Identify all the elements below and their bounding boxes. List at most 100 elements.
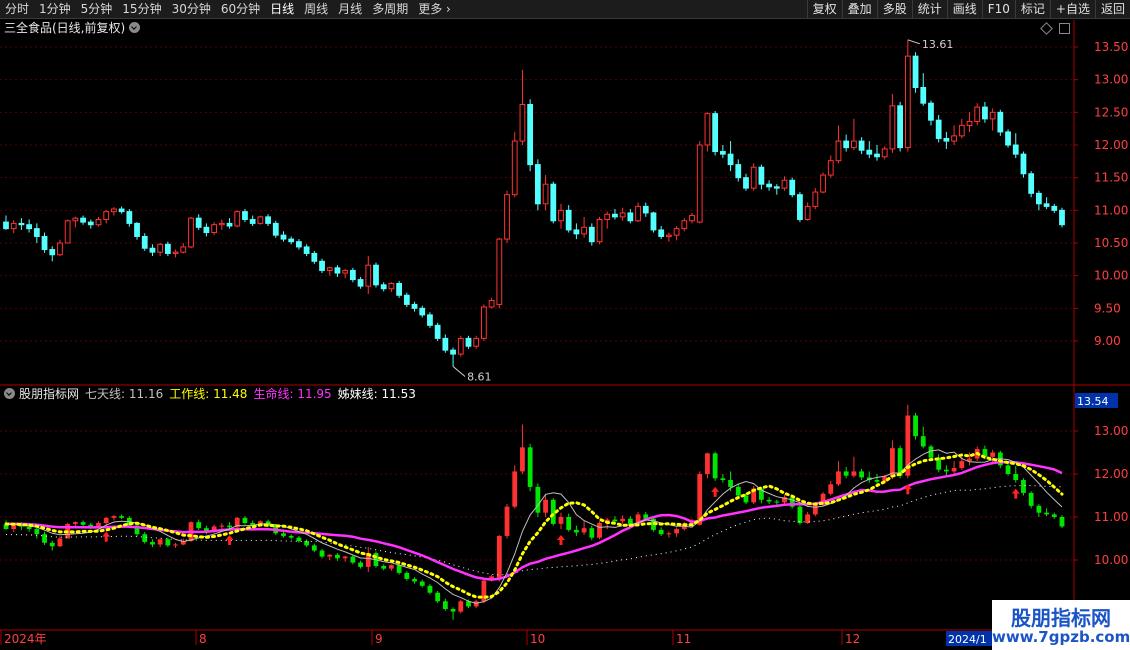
candle-body xyxy=(280,234,287,240)
candle-body xyxy=(858,140,865,151)
chart-canvas[interactable]: 13.50 13.00 12.50 12.00 11.50 11.00 10.50 10.00… xyxy=(0,0,1130,650)
candle-body xyxy=(319,260,325,271)
buy-arrow-icon xyxy=(711,486,720,497)
candle-body xyxy=(41,235,48,251)
candle-body xyxy=(465,337,472,347)
candle-body xyxy=(604,213,611,220)
ind-candle-body xyxy=(828,484,834,494)
ind-axis-label: 13.00 xyxy=(1094,424,1128,438)
ind-axis-label: 11.00 xyxy=(1094,510,1128,524)
life-line xyxy=(5,460,1063,581)
candle-body xyxy=(481,306,487,339)
candle-body xyxy=(704,113,711,146)
time-axis-label: 12 xyxy=(845,632,860,646)
window-toggle-icon[interactable] xyxy=(1059,23,1070,34)
candle-body xyxy=(773,186,780,189)
ind-candle-body xyxy=(165,539,171,546)
candle-body xyxy=(681,220,688,230)
ind-candle-body xyxy=(396,565,402,573)
candle-body xyxy=(650,212,657,231)
buy-arrow-icon xyxy=(225,535,234,546)
candle-body xyxy=(534,164,541,205)
ind-candle-body xyxy=(173,544,178,546)
candle-body xyxy=(835,140,842,162)
candle-body xyxy=(195,217,202,228)
candle-body xyxy=(519,103,526,142)
candle-body xyxy=(419,307,426,316)
ind-candle-body xyxy=(11,525,17,530)
candle-body xyxy=(396,283,402,296)
ind-candle-body xyxy=(442,601,448,610)
ind-candle-body xyxy=(589,528,595,538)
indicator-dropdown-icon[interactable] xyxy=(4,388,15,399)
ind-candle-body xyxy=(705,453,710,474)
candle-body xyxy=(696,144,703,223)
candle-body xyxy=(1028,173,1035,194)
ind-candle-body xyxy=(358,562,363,567)
ind-candle-body xyxy=(419,581,425,586)
candle-body xyxy=(827,160,834,176)
ind-candle-body xyxy=(34,529,40,535)
ind-candle-body xyxy=(874,480,880,482)
ind-candle-body xyxy=(766,499,772,502)
candle-body xyxy=(881,148,888,158)
candle-body xyxy=(797,194,803,220)
ind-candle-body xyxy=(227,525,232,528)
candle-body xyxy=(64,220,71,244)
ind-candle-body xyxy=(103,517,109,524)
candle-body xyxy=(635,205,641,222)
ind-candle-body xyxy=(1028,492,1034,506)
candle-body xyxy=(889,105,896,150)
high-price-label: 13.61 xyxy=(922,38,954,51)
candle-body xyxy=(95,218,102,226)
indicator-line-2: 生命线: 11.95 xyxy=(253,387,332,401)
indicator-name[interactable]: 股朋指标网 xyxy=(19,387,79,401)
candle-body xyxy=(781,179,788,189)
candle-body xyxy=(951,135,957,142)
ind-candle-body xyxy=(612,519,618,522)
ind-candle-body xyxy=(920,436,926,447)
ind-candle-body xyxy=(281,533,286,536)
candle-body xyxy=(504,194,510,240)
candle-body xyxy=(188,217,194,248)
main-axis-label: 9.50 xyxy=(1094,301,1121,315)
ind-candle-body xyxy=(851,471,857,476)
ind-candle-body xyxy=(535,486,541,513)
candle-body xyxy=(126,211,133,224)
candle-body xyxy=(612,213,618,218)
candle-body xyxy=(118,208,125,213)
ind-candle-body xyxy=(389,565,394,569)
ind-candle-body xyxy=(527,447,533,487)
candle-body xyxy=(974,106,981,122)
candle-body xyxy=(596,218,603,243)
candle-body xyxy=(80,217,86,223)
candle-body xyxy=(573,229,580,235)
candle-body xyxy=(49,249,56,256)
candle-body xyxy=(935,119,942,139)
candle-body xyxy=(511,140,518,196)
main-axis-label: 12.50 xyxy=(1094,105,1128,119)
ind-candle-body xyxy=(1044,512,1049,515)
candle-body xyxy=(103,211,110,220)
candle-body xyxy=(928,102,934,121)
candle-body xyxy=(180,246,187,253)
ind-candle-body xyxy=(843,471,849,476)
candle-body xyxy=(288,238,295,243)
candle-body xyxy=(820,174,826,193)
candle-body xyxy=(588,226,595,243)
candle-body xyxy=(134,222,140,237)
ind-candle-body xyxy=(458,601,464,612)
ind-candle-body xyxy=(335,554,340,559)
main-chart-title[interactable]: 三全食品(日线,前复权) xyxy=(4,21,125,35)
candle-body xyxy=(141,235,148,249)
ind-candle-body xyxy=(1021,480,1026,493)
ind-candle-body xyxy=(311,545,317,551)
candle-body xyxy=(380,284,387,290)
ind-candle-body xyxy=(951,467,957,472)
title-dropdown-icon[interactable] xyxy=(129,22,141,33)
candle-body xyxy=(789,179,796,196)
low-price-label: 8.61 xyxy=(467,370,492,383)
candle-body xyxy=(1020,153,1027,175)
candle-body xyxy=(357,279,364,287)
candle-body xyxy=(296,241,302,248)
